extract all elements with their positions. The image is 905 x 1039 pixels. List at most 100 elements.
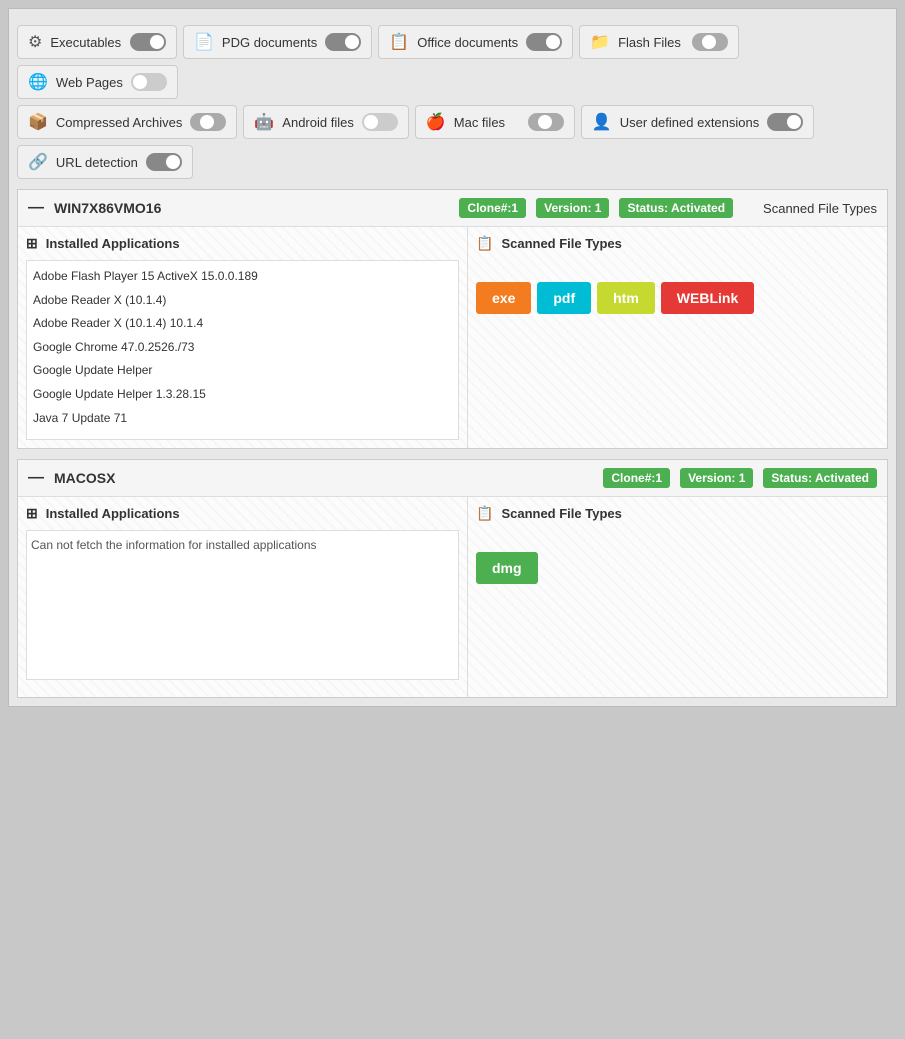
toggle-mac-files[interactable]: 🍎 Mac files (415, 105, 575, 139)
toggle-flash-files[interactable]: 📁 Flash Files (579, 25, 739, 59)
executables-label: Executables (50, 35, 122, 50)
machine-win7x86-apps-list[interactable]: Adobe Flash Player 15 ActiveX 15.0.0.189… (26, 260, 459, 440)
machine-win7x86-scan-icon: 📋 (476, 235, 493, 252)
machine-macosx-header: — MACOSX Clone#:1 Version: 1 Status: Activat… (18, 460, 887, 497)
machine-macosx-body: ⊞Installed Applications Can not fetch the… (18, 497, 887, 697)
machine-win7x86-header: — WIN7X86VMO16 Clone#:1 Version: 1 Status: A… (18, 190, 887, 227)
machine-win7x86-installed-title: ⊞ Installed Applications (26, 235, 459, 252)
machine-win7x86-clone-badge: Clone#:1 (459, 198, 526, 218)
machine-macosx-name: MACOSX (54, 470, 593, 486)
executables-toggle-switch[interactable] (130, 33, 166, 51)
android-files-toggle-switch[interactable] (362, 113, 398, 131)
office-documents-toggle-switch[interactable] (526, 33, 562, 51)
machine-macosx-status-badge: Status: Activated (763, 468, 877, 488)
android-files-toggle-knob (364, 115, 378, 129)
executables-icon: ⚙ (28, 32, 42, 52)
list-item: Google Update Helper 1.3.28.15 (31, 383, 454, 407)
url-detection-toggle-knob (166, 155, 180, 169)
file-type-badge-exe: exe (476, 282, 531, 314)
user-defined-toggle-switch[interactable] (767, 113, 803, 131)
machine-win7x86-grid-icon: ⊞ (26, 235, 38, 252)
toggle-web-pages[interactable]: 🌐 Web Pages (17, 65, 178, 99)
machine-macosx-scanned-label: Scanned File Types (501, 506, 621, 521)
flash-files-toggle-knob (702, 35, 716, 49)
machine-win7x86-right-panel: 📋 Scanned File Types exepdfhtmWEBLink (468, 227, 887, 448)
web-pages-label: Web Pages (56, 75, 123, 90)
machine-macosx-scan-icon: 📋 (476, 505, 493, 522)
url-detection-icon: 🔗 (28, 152, 48, 172)
machine-win7x86-name: WIN7X86VMO16 (54, 200, 449, 216)
compressed-archives-icon: 📦 (28, 112, 48, 132)
pdg-documents-icon: 📄 (194, 32, 214, 52)
compressed-archives-toggle-knob (200, 115, 214, 129)
machine-macosx-scanned-title: 📋 Scanned File Types (476, 505, 879, 522)
mac-files-icon: 🍎 (426, 112, 446, 132)
toggle-user-defined[interactable]: 👤 User defined extensions (581, 105, 814, 139)
list-item: Adobe Reader X (10.1.4) (31, 289, 454, 313)
toggle-office-documents[interactable]: 📋 Office documents (378, 25, 573, 59)
pdg-documents-label: PDG documents (222, 35, 317, 50)
executables-toggle-knob (150, 35, 164, 49)
android-files-icon: 🤖 (254, 112, 274, 132)
flash-files-icon: 📁 (590, 32, 610, 52)
pdg-documents-toggle-switch[interactable] (325, 33, 361, 51)
user-defined-icon: 👤 (592, 112, 612, 132)
compressed-archives-toggle-switch[interactable] (190, 113, 226, 131)
list-item: Java 7 Update 71 (31, 407, 454, 431)
machines-container: — WIN7X86VMO16 Clone#:1 Version: 1 Status: A… (17, 189, 888, 698)
url-detection-label: URL detection (56, 155, 138, 170)
file-type-badge-weblink: WEBLink (661, 282, 754, 314)
office-documents-icon: 📋 (389, 32, 409, 52)
office-documents-toggle-knob (546, 35, 560, 49)
machine-win7x86-file-types: exepdfhtmWEBLink (476, 282, 879, 314)
user-defined-toggle-knob (787, 115, 801, 129)
machine-win7x86-collapse-icon[interactable]: — (28, 199, 44, 217)
machine-macosx-installed-label: Installed Applications (46, 506, 180, 521)
list-item: Adobe Reader X (10.1.4) 10.1.4 (31, 312, 454, 336)
machine-win7x86-body: ⊞ Installed Applications Adobe Flash Playe… (18, 227, 887, 448)
machine-win7x86-scanned-header-label: Scanned File Types (763, 201, 877, 216)
toggle-executables[interactable]: ⚙ Executables (17, 25, 177, 59)
toggles-row2: 📦 Compressed Archives 🤖 Android files 🍎 Mac f… (17, 105, 888, 139)
machine-macosx-collapse-icon[interactable]: — (28, 469, 44, 487)
toggle-android-files[interactable]: 🤖 Android files (243, 105, 408, 139)
android-files-label: Android files (282, 115, 354, 130)
toggle-url-detection[interactable]: 🔗 URL detection (17, 145, 193, 179)
machine-win7x86-status-badge: Status: Activated (619, 198, 733, 218)
machine-win7x86: — WIN7X86VMO16 Clone#:1 Version: 1 Status: A… (17, 189, 888, 449)
compressed-archives-label: Compressed Archives (56, 115, 182, 130)
machine-macosx-version-badge: Version: 1 (680, 468, 753, 488)
machine-macosx: — MACOSX Clone#:1 Version: 1 Status: Activat… (17, 459, 888, 698)
mac-files-toggle-switch[interactable] (528, 113, 564, 131)
toggles-row1: ⚙ Executables 📄 PDG documents 📋 Office docume… (17, 25, 888, 99)
machine-win7x86-left-panel: ⊞ Installed Applications Adobe Flash Playe… (18, 227, 468, 448)
toggles-row3: 🔗 URL detection (17, 145, 888, 179)
machine-macosx-installed-title: ⊞Installed Applications (26, 505, 459, 522)
flash-files-toggle-switch[interactable] (692, 33, 728, 51)
machine-macosx-right-panel: 📋 Scanned File Types dmg (468, 497, 887, 697)
toggle-compressed-archives[interactable]: 📦 Compressed Archives (17, 105, 237, 139)
toggle-pdg-documents[interactable]: 📄 PDG documents (183, 25, 372, 59)
list-item: Google Update Helper (31, 359, 454, 383)
machine-macosx-left-panel: ⊞Installed Applications Can not fetch the… (18, 497, 468, 697)
url-detection-toggle-switch[interactable] (146, 153, 182, 171)
machine-macosx-clone-badge: Clone#:1 (603, 468, 670, 488)
file-type-badge-dmg: dmg (476, 552, 538, 584)
user-defined-label: User defined extensions (620, 115, 759, 130)
file-type-badge-htm: htm (597, 282, 655, 314)
flash-files-label: Flash Files (618, 35, 684, 50)
web-pages-toggle-switch[interactable] (131, 73, 167, 91)
mac-files-label: Mac files (454, 115, 520, 130)
machine-win7x86-version-badge: Version: 1 (536, 198, 609, 218)
list-item: Google Chrome 47.0.2526./73 (31, 336, 454, 360)
machine-win7x86-scanned-title: 📋 Scanned File Types (476, 235, 879, 252)
list-item: Adobe Flash Player 15 ActiveX 15.0.0.189 (31, 265, 454, 289)
machine-win7x86-installed-label: Installed Applications (46, 236, 180, 251)
office-documents-label: Office documents (417, 35, 518, 50)
mac-files-toggle-knob (538, 115, 552, 129)
web-pages-toggle-knob (133, 75, 147, 89)
pdg-documents-toggle-knob (345, 35, 359, 49)
machine-win7x86-scanned-label: Scanned File Types (501, 236, 621, 251)
web-pages-icon: 🌐 (28, 72, 48, 92)
machine-macosx-no-apps-text: Can not fetch the information for instal… (26, 530, 459, 680)
